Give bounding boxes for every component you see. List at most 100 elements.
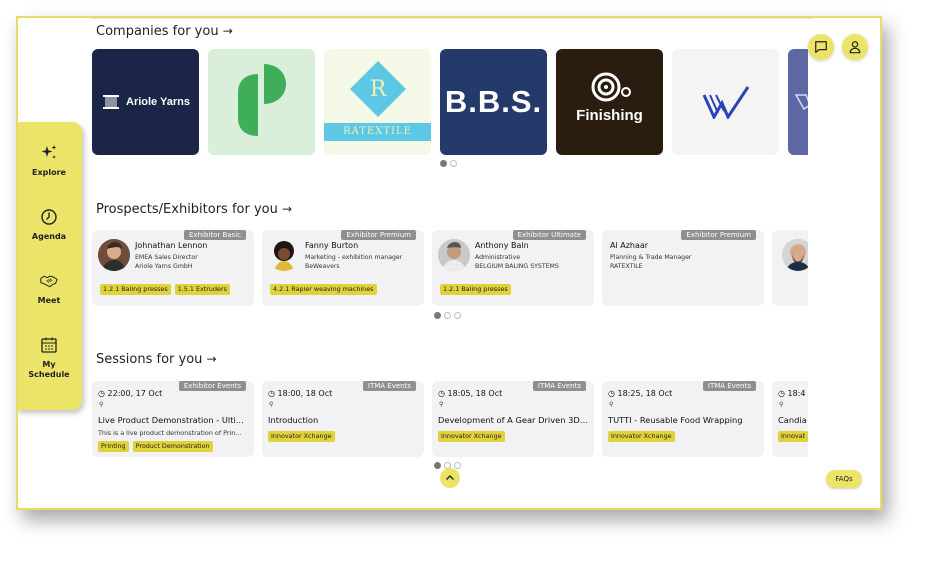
user-icon — [849, 41, 861, 54]
company-logo-w-mark — [702, 86, 749, 119]
tag[interactable]: Innovator Xchange — [608, 431, 675, 442]
nav-agenda[interactable]: Agenda — [18, 208, 82, 242]
prospect-card[interactable]: Exhibitor Premium Al Azhaar Planning & T… — [602, 230, 764, 306]
clock-icon: ◷ — [778, 389, 785, 398]
companies-title-text: Companies for you — [96, 24, 219, 39]
tag[interactable]: 1.5.1 Extruders — [174, 284, 230, 295]
tag[interactable]: Innovat — [778, 431, 808, 442]
pagination-dot[interactable] — [444, 312, 451, 319]
tier-badge: ITMA Events — [702, 381, 756, 391]
company-card-green[interactable] — [208, 49, 315, 155]
nav-schedule-label-1: My — [42, 360, 56, 369]
handshake-icon — [18, 272, 82, 294]
sessions-carousel[interactable]: Exhibitor Events ◷ 22:00, 17 Oct ⚲ Live … — [92, 381, 808, 461]
tag[interactable]: 1.2.1 Baling presses — [440, 284, 511, 295]
profile-button[interactable] — [842, 34, 868, 60]
company-card-ratextile[interactable]: R RATEXTILE — [324, 49, 431, 155]
nav-explore[interactable]: Explore — [18, 144, 82, 178]
prospect-card[interactable]: Exhibitor Ultimate Anthony Baln Administ… — [432, 230, 594, 306]
person-company: Ariole Yarns GmbH — [135, 263, 193, 270]
arrow-right-icon: → — [282, 202, 293, 216]
session-time-text: 18:25, 18 Oct — [617, 389, 673, 398]
nav-agenda-label: Agenda — [31, 232, 67, 241]
spool-icon — [103, 95, 119, 109]
tag[interactable]: Innovator Xchange — [268, 431, 335, 442]
pagination-dot[interactable] — [440, 160, 447, 167]
tag-list: 4.2.1 Rapier weaving machines — [270, 284, 377, 295]
person-company: BELGIUM BALING SYSTEMS — [475, 263, 559, 270]
pagination-dot[interactable] — [434, 312, 441, 319]
nav-my-schedule[interactable]: My Schedule — [18, 336, 82, 380]
tag[interactable]: Printing — [98, 441, 129, 452]
session-title: Candia — [778, 415, 807, 425]
location-pin-icon: ⚲ — [779, 401, 784, 408]
session-card[interactable]: ITMA Events ◷ 18:25, 18 Oct ⚲ TUTTI - Re… — [602, 381, 764, 457]
nav-schedule-label-2: Schedule — [28, 370, 70, 379]
avatar — [98, 239, 130, 271]
session-description: This is a live product demonstration of … — [98, 429, 242, 437]
arrow-right-icon: → — [206, 352, 217, 366]
session-card-partial[interactable]: ◷ 18:4 ⚲ Candia Innovat — [772, 381, 808, 457]
faqs-button[interactable]: FAQs — [826, 470, 862, 488]
top-divider — [92, 18, 812, 19]
companies-pagination[interactable] — [440, 160, 457, 167]
sessions-section-title[interactable]: Sessions for you → — [96, 352, 217, 367]
location-pin-icon: ⚲ — [269, 401, 274, 408]
tag-list: 1.2.1 Baling presses — [440, 284, 511, 295]
clock-icon: ◷ — [268, 389, 275, 398]
prospects-pagination[interactable] — [434, 312, 461, 319]
company-card-ariole-yarns[interactable]: Ariole Yarns — [92, 49, 199, 155]
messages-button[interactable] — [808, 34, 834, 60]
tag[interactable]: 4.2.1 Rapier weaving machines — [270, 284, 377, 295]
sessions-title-text: Sessions for you — [96, 352, 203, 367]
avatar — [782, 239, 808, 271]
company-card-partial[interactable] — [788, 49, 808, 155]
company-logo-text: RATEXTILE — [343, 126, 412, 137]
pagination-dot[interactable] — [450, 160, 457, 167]
tag[interactable]: Innovator Xchange — [438, 431, 505, 442]
svg-text:R: R — [370, 77, 388, 102]
session-time: ◷ 18:05, 18 Oct — [438, 389, 502, 398]
prospect-card-partial[interactable] — [772, 230, 808, 306]
scroll-to-top-button[interactable] — [440, 468, 460, 488]
session-time-text: 18:05, 18 Oct — [447, 389, 503, 398]
session-card[interactable]: Exhibitor Events ◷ 22:00, 17 Oct ⚲ Live … — [92, 381, 254, 457]
person-company: RATEXTILE — [610, 263, 643, 270]
session-card[interactable]: ITMA Events ◷ 18:05, 18 Oct ⚲ Developmen… — [432, 381, 594, 457]
company-logo-green-shape — [237, 64, 286, 136]
company-card-finishing[interactable]: Finishing — [556, 49, 663, 155]
session-title: Development of A Gear Driven 3D ... — [438, 415, 590, 425]
session-card[interactable]: ITMA Events ◷ 18:00, 18 Oct ⚲ Introducti… — [262, 381, 424, 457]
company-card-bbs[interactable]: B.B.S. — [440, 49, 547, 155]
avatar — [268, 239, 300, 271]
companies-section-title[interactable]: Companies for you → — [96, 24, 233, 39]
tag[interactable]: Product Demonstration — [132, 441, 213, 452]
pagination-dot[interactable] — [434, 462, 441, 469]
person-name: Fanny Burton — [305, 241, 359, 250]
nav-meet[interactable]: Meet — [18, 272, 82, 306]
tier-badge: Exhibitor Events — [178, 381, 246, 391]
company-card-w[interactable] — [672, 49, 779, 155]
pagination-dot[interactable] — [454, 462, 461, 469]
session-time: ◷ 18:00, 18 Oct — [268, 389, 332, 398]
session-time-text: 18:4 — [787, 389, 806, 398]
avatar — [438, 239, 470, 271]
company-logo-partial — [794, 94, 808, 111]
location-pin-icon: ⚲ — [439, 401, 444, 408]
tag-list: Innovator Xchange — [608, 431, 675, 442]
company-logo-text: B.B.S. — [444, 84, 543, 119]
prospect-card[interactable]: Exhibitor Basic Johnathan Lennon EMEA Sa… — [92, 230, 254, 306]
person-company: BeWeavers — [305, 263, 340, 270]
prospects-title-text: Prospects/Exhibitors for you — [96, 202, 278, 217]
companies-carousel[interactable]: Ariole Yarns R RATEXTILE B.B.S. Finishin… — [92, 49, 808, 157]
tag[interactable]: 1.2.1 Baling presses — [100, 284, 171, 295]
prospects-section-title[interactable]: Prospects/Exhibitors for you → — [96, 202, 292, 217]
prospect-card[interactable]: Exhibitor Premium Fanny Burton Marketing… — [262, 230, 424, 306]
calendar-icon — [18, 336, 82, 358]
tier-badge: Exhibitor Premium — [681, 230, 756, 240]
prospects-carousel[interactable]: Exhibitor Basic Johnathan Lennon EMEA Sa… — [92, 230, 808, 310]
tier-badge: ITMA Events — [362, 381, 416, 391]
clock-icon: ◷ — [608, 389, 615, 398]
pagination-dot[interactable] — [454, 312, 461, 319]
session-time-text: 22:00, 17 Oct — [107, 389, 163, 398]
